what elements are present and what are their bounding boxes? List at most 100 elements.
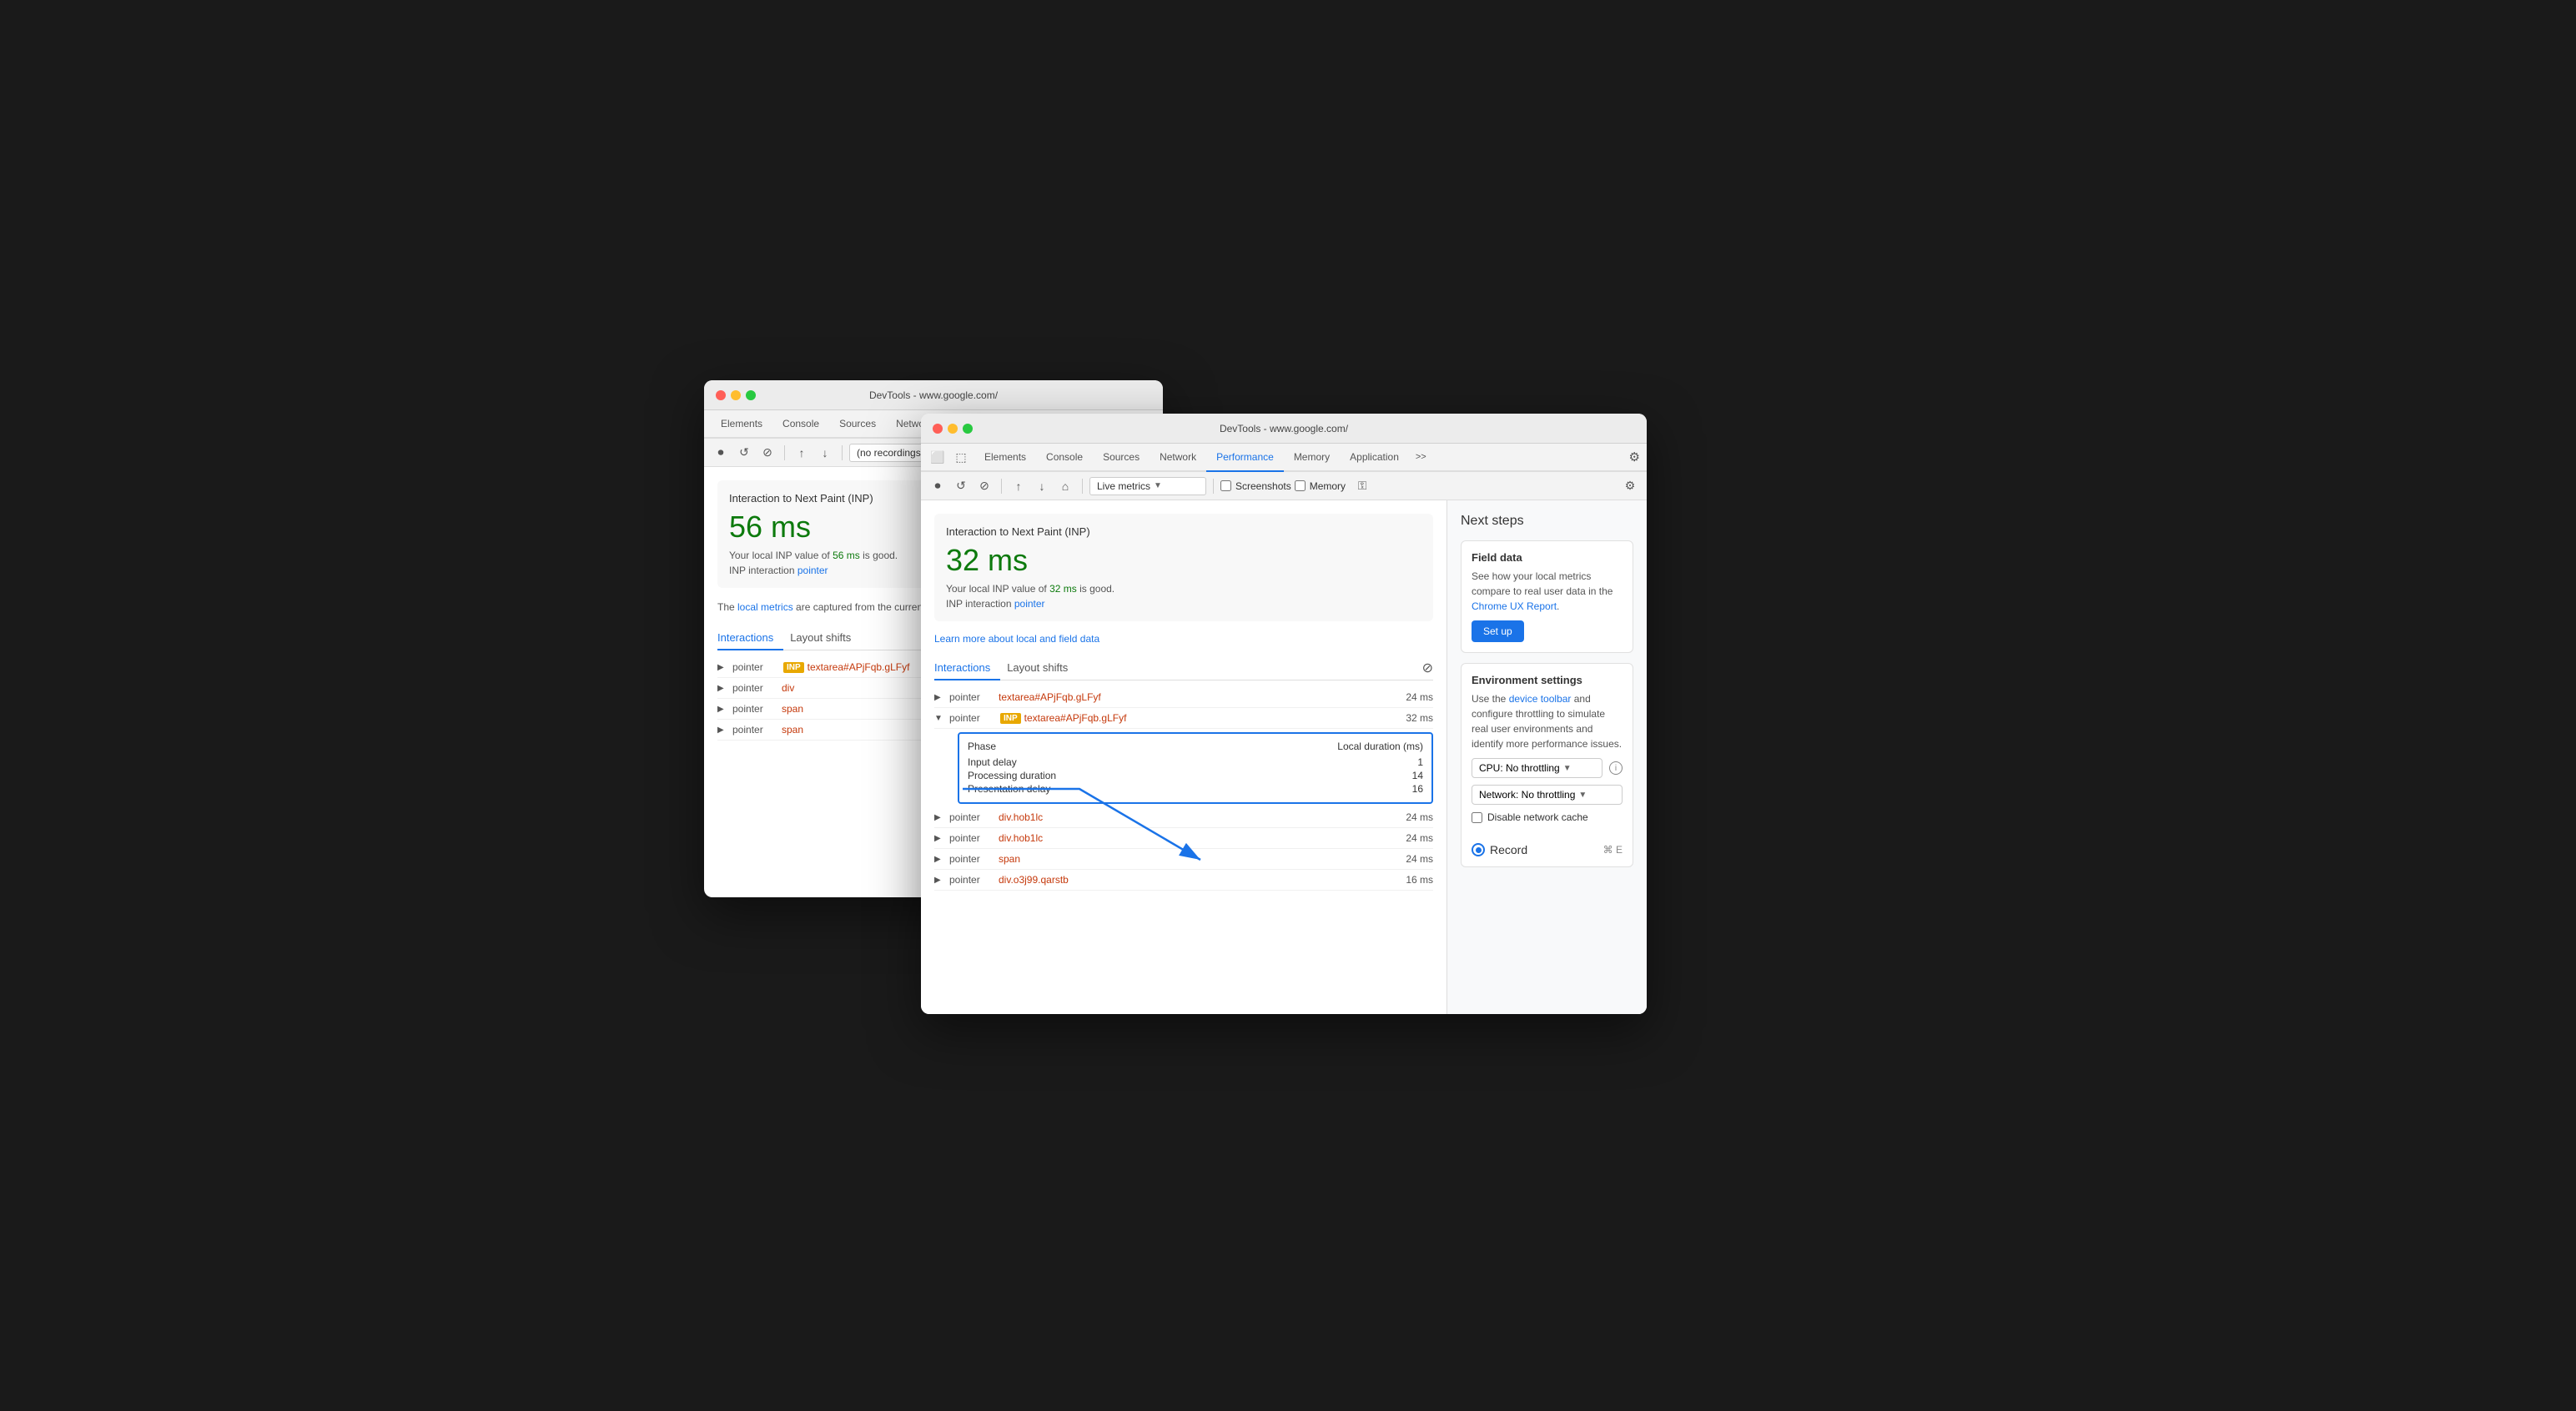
front-pointer-type-0: pointer — [949, 691, 995, 703]
front-inp-badge-1: INP — [1000, 713, 1021, 724]
front-tab-performance[interactable]: Performance — [1206, 444, 1284, 472]
front-pointer-type-2: pointer — [949, 811, 995, 823]
front-phase-val-1: 14 — [1412, 770, 1423, 781]
record-shortcut: ⌘ E — [1603, 844, 1623, 856]
front-tab-sources[interactable]: Sources — [1093, 444, 1150, 472]
front-expand-5[interactable]: ▶ — [934, 876, 946, 885]
record-button[interactable]: Record — [1472, 843, 1527, 856]
back-refresh-icon[interactable]: ↺ — [734, 443, 754, 463]
record-dot-inner — [1476, 847, 1482, 853]
network-dropdown[interactable]: Network: No throttling ▼ — [1472, 785, 1623, 805]
front-tab-interactions[interactable]: Interactions — [934, 656, 1000, 680]
front-minimize-button[interactable] — [948, 424, 958, 434]
back-expand-1[interactable]: ▶ — [717, 684, 729, 693]
front-maximize-button[interactable] — [963, 424, 973, 434]
front-memory-check[interactable] — [1295, 480, 1306, 491]
back-tab-sources[interactable]: Sources — [829, 410, 886, 439]
front-tab-layout-shifts[interactable]: Layout shifts — [1007, 656, 1078, 680]
back-inp-pointer-link[interactable]: pointer — [797, 565, 828, 576]
front-inp-pointer-link[interactable]: pointer — [1014, 598, 1045, 610]
front-interaction-row-2: ▶ pointer div.hob1lc 24 ms — [934, 807, 1433, 828]
front-tab-console[interactable]: Console — [1036, 444, 1093, 472]
back-tab-console[interactable]: Console — [772, 410, 829, 439]
front-expand-4[interactable]: ▶ — [934, 855, 946, 864]
front-pointer-type-5: pointer — [949, 874, 995, 886]
front-element-3[interactable]: div.hob1lc — [999, 832, 1392, 844]
front-device-icon[interactable]: ⬚ — [951, 447, 971, 467]
front-gear-icon[interactable]: ⚙ — [1629, 449, 1640, 464]
back-clear-icon[interactable]: ⊘ — [757, 443, 777, 463]
front-live-metrics-arrow: ▼ — [1154, 481, 1162, 490]
back-local-metrics-link[interactable]: local metrics — [737, 601, 793, 613]
cpu-info-icon[interactable]: i — [1609, 761, 1623, 775]
front-title-bar: DevTools - www.google.com/ — [921, 414, 1647, 444]
front-inp-desc: Your local INP value of 32 ms is good. — [946, 583, 1421, 595]
front-phase-col2: Local duration (ms) — [1337, 741, 1423, 752]
front-expand-3[interactable]: ▶ — [934, 834, 946, 843]
front-clear-interactions[interactable]: ⊘ — [1422, 660, 1433, 676]
front-element-5[interactable]: div.o3j99.qarstb — [999, 874, 1392, 886]
front-home-icon[interactable]: ⌂ — [1055, 476, 1075, 496]
record-area: Record ⌘ E — [1472, 836, 1623, 856]
disable-cache-checkbox[interactable] — [1472, 812, 1482, 823]
front-duration-1: 32 ms — [1396, 712, 1433, 724]
chrome-ux-report-link[interactable]: Chrome UX Report — [1472, 600, 1557, 612]
front-expand-1[interactable]: ▼ — [934, 714, 946, 723]
front-download-icon[interactable]: ↓ — [1032, 476, 1052, 496]
device-toolbar-link[interactable]: device toolbar — [1509, 693, 1572, 705]
back-sep1 — [784, 445, 785, 460]
front-tab-memory[interactable]: Memory — [1284, 444, 1340, 472]
back-upload-icon[interactable]: ↑ — [792, 443, 812, 463]
minimize-button[interactable] — [731, 390, 741, 400]
front-tab-elements[interactable]: Elements — [974, 444, 1036, 472]
back-record-icon[interactable]: ⏺ — [711, 443, 731, 463]
front-memory-checkbox[interactable]: Memory — [1295, 480, 1346, 492]
front-pointer-type-3: pointer — [949, 832, 995, 844]
front-interaction-row-4: ▶ pointer span 24 ms — [934, 849, 1433, 870]
front-inspect-icon[interactable]: ⬜ — [928, 447, 948, 467]
front-tab-application[interactable]: Application — [1340, 444, 1409, 472]
setup-button[interactable]: Set up — [1472, 620, 1524, 642]
front-expand-0[interactable]: ▶ — [934, 693, 946, 702]
front-element-0[interactable]: textarea#APjFqb.gLFyf — [999, 691, 1392, 703]
front-second-toolbar: ⏺ ↺ ⊘ ↑ ↓ ⌂ Live metrics ▼ Screenshots M… — [921, 472, 1647, 500]
back-tab-elements[interactable]: Elements — [711, 410, 772, 439]
front-element-2[interactable]: div.hob1lc — [999, 811, 1392, 823]
front-interaction-row-5: ▶ pointer div.o3j99.qarstb 16 ms — [934, 870, 1433, 891]
scene: DevTools - www.google.com/ Elements Cons… — [704, 380, 1872, 1031]
front-phase-row-0: Input delay 1 — [968, 756, 1423, 769]
front-refresh-icon[interactable]: ↺ — [951, 476, 971, 496]
back-tab-layout-shifts[interactable]: Layout shifts — [790, 626, 861, 650]
front-settings-gear[interactable]: ⚙ — [1620, 476, 1640, 496]
cpu-dropdown-arrow: ▼ — [1563, 764, 1572, 773]
front-expand-2[interactable]: ▶ — [934, 813, 946, 822]
front-tabs-overflow[interactable]: >> — [1409, 452, 1433, 462]
front-screenshots-checkbox[interactable]: Screenshots — [1220, 480, 1291, 492]
back-download-icon[interactable]: ↓ — [815, 443, 835, 463]
front-learn-more-link[interactable]: Learn more about local and field data — [934, 633, 1433, 645]
front-element-4[interactable]: span — [999, 853, 1392, 865]
front-pointer-type-4: pointer — [949, 853, 995, 865]
front-close-button[interactable] — [933, 424, 943, 434]
front-element-1[interactable]: textarea#APjFqb.gLFyf — [1024, 712, 1392, 724]
front-record-icon[interactable]: ⏺ — [928, 476, 948, 496]
back-expand-3[interactable]: ▶ — [717, 726, 729, 735]
front-tab-network[interactable]: Network — [1150, 444, 1206, 472]
close-button[interactable] — [716, 390, 726, 400]
back-pointer-type-1: pointer — [732, 682, 778, 694]
disable-cache-row: Disable network cache — [1472, 811, 1623, 823]
front-clear-icon[interactable]: ⊘ — [974, 476, 994, 496]
back-expand-0[interactable]: ▶ — [717, 663, 729, 672]
cpu-dropdown[interactable]: CPU: No throttling ▼ — [1472, 758, 1602, 778]
front-upload-icon[interactable]: ↑ — [1009, 476, 1029, 496]
maximize-button[interactable] — [746, 390, 756, 400]
front-accessibility-icon[interactable]: ⚿ — [1352, 476, 1372, 496]
front-phase-val-2: 16 — [1412, 783, 1423, 795]
front-phase-header: Phase Local duration (ms) — [968, 741, 1423, 752]
front-screenshots-check[interactable] — [1220, 480, 1231, 491]
front-live-metrics-dropdown[interactable]: Live metrics ▼ — [1089, 477, 1206, 495]
back-expand-2[interactable]: ▶ — [717, 705, 729, 714]
env-settings-title: Environment settings — [1472, 674, 1623, 686]
back-tab-interactions[interactable]: Interactions — [717, 626, 783, 650]
front-interaction-row-0: ▶ pointer textarea#APjFqb.gLFyf 24 ms — [934, 687, 1433, 708]
